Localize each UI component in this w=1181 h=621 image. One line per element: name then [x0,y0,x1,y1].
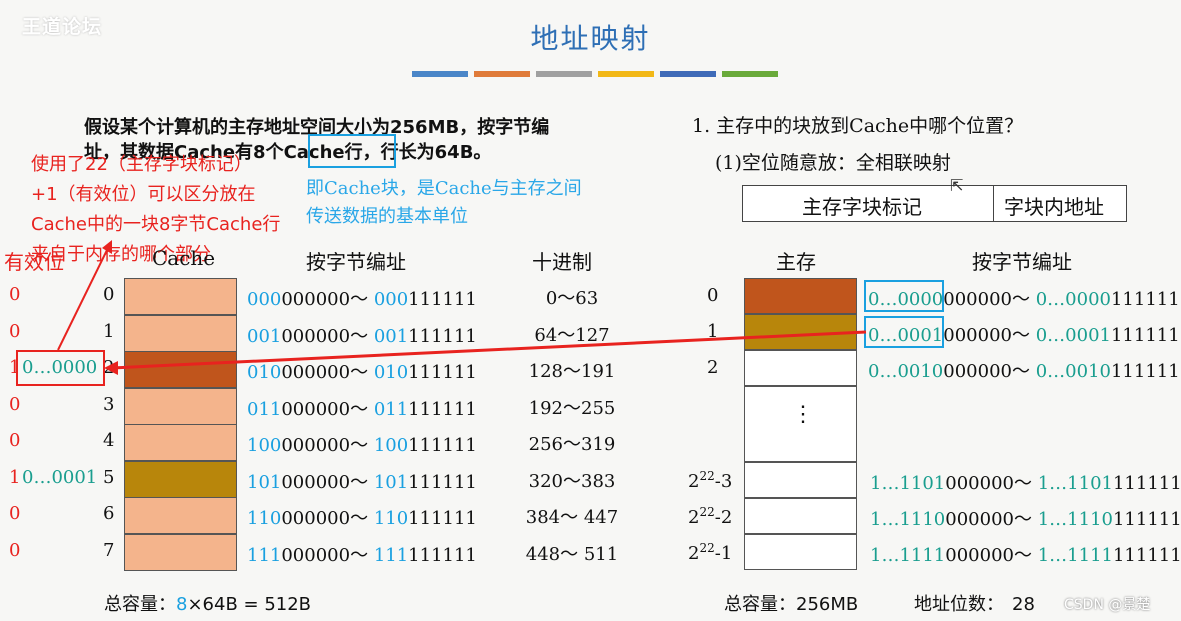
arrow-memory-to-cache [111,330,867,370]
annotation-arrows [57,240,867,375]
arrowhead [104,361,118,375]
arrow-note-to-tag [57,247,109,351]
